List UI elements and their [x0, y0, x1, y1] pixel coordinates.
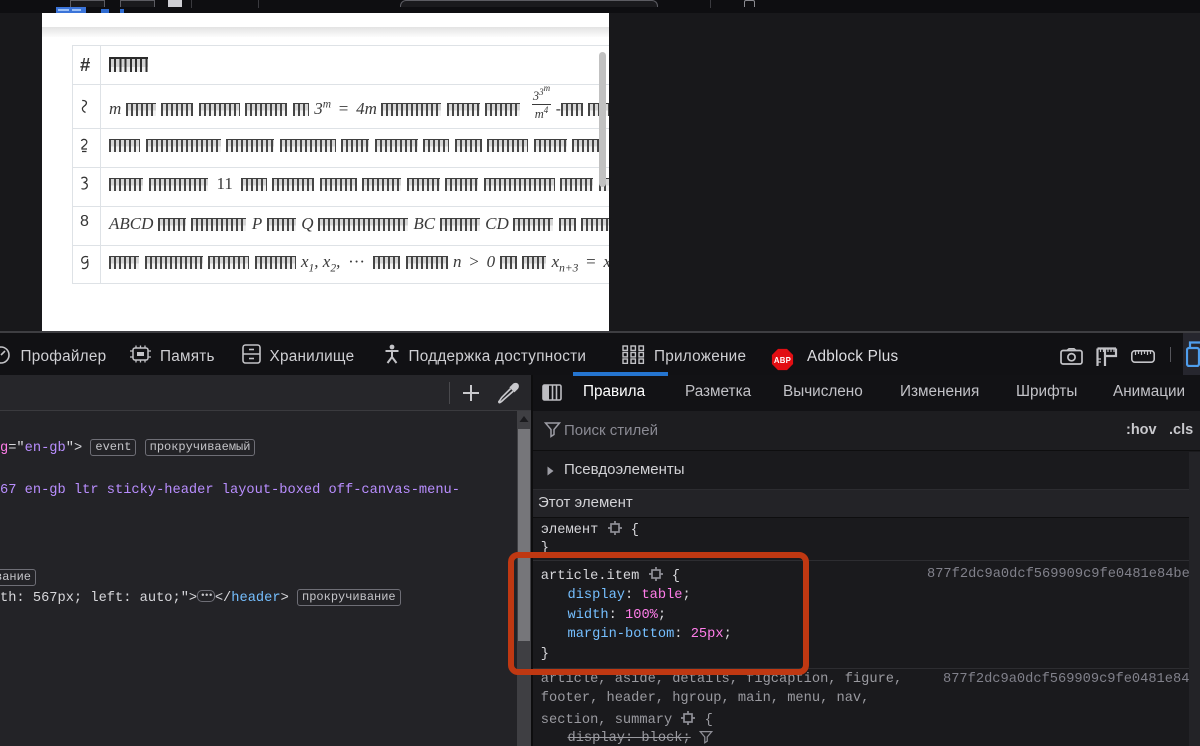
svg-text:ABP: ABP: [774, 356, 791, 365]
